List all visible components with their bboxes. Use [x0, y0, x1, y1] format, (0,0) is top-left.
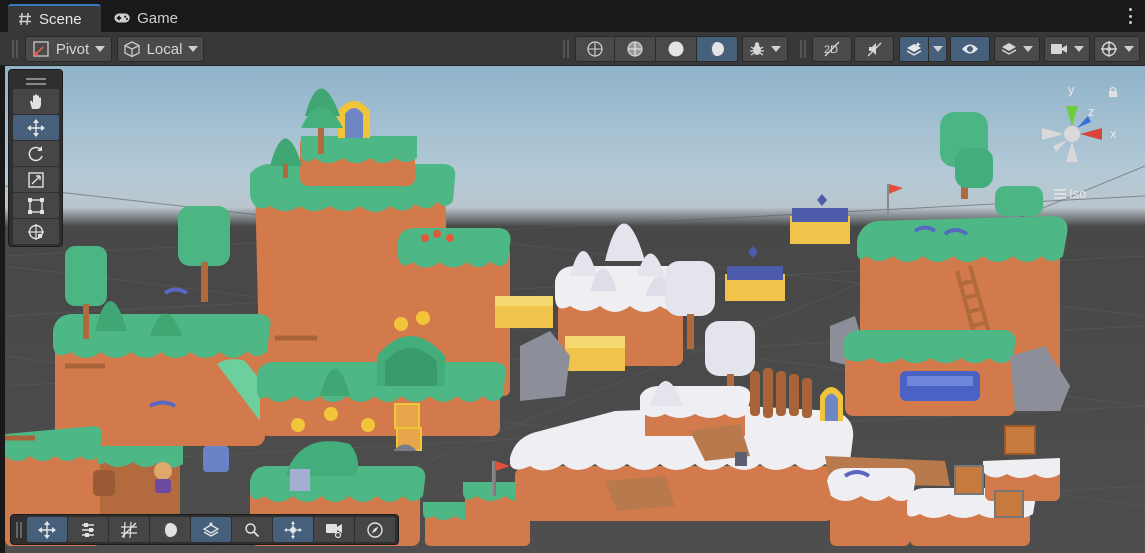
grid-snap-icon — [121, 521, 137, 538]
cube-local-icon — [123, 41, 140, 58]
gizmo-x-label: x — [1110, 126, 1117, 141]
iso-menu-icon — [1054, 187, 1066, 202]
toolbar-grip[interactable] — [800, 40, 806, 58]
tab-scene[interactable]: Scene — [8, 4, 101, 32]
camera-icon — [1051, 44, 1067, 54]
shaded-button[interactable] — [656, 36, 697, 62]
pivot-icon — [284, 520, 302, 539]
audio-mute-icon — [867, 42, 882, 57]
layer-icon — [202, 522, 220, 537]
lighting-toggle-button[interactable] — [150, 517, 190, 542]
overlay-drag-handle[interactable] — [13, 74, 58, 88]
effects-dropdown[interactable] — [929, 36, 947, 62]
navigation-button[interactable] — [355, 517, 395, 542]
unlit-button[interactable] — [697, 36, 738, 62]
search-button[interactable] — [232, 517, 272, 542]
tab-game[interactable]: Game — [104, 4, 188, 32]
tools-overlay — [8, 69, 63, 247]
pivot-icon — [33, 41, 49, 57]
draw-mode-group — [575, 36, 738, 62]
shaded-wireframe-button[interactable] — [615, 36, 656, 62]
effects-layers-icon — [906, 42, 922, 56]
pivot-overlay-button[interactable] — [273, 517, 313, 542]
orientation-gizmo[interactable]: y z x — [1030, 82, 1130, 202]
scale-tool-button[interactable] — [13, 167, 59, 192]
visibility-eye-icon — [962, 44, 978, 54]
rect-icon — [28, 197, 44, 214]
chevron-down-icon — [95, 46, 106, 52]
more-options-icon[interactable] — [1127, 8, 1133, 24]
move-icon — [38, 520, 56, 539]
audio-toggle-button[interactable] — [854, 36, 894, 62]
shaded-wireframe-icon — [627, 41, 643, 57]
snap-settings-button[interactable] — [68, 517, 108, 542]
move-icon — [27, 118, 45, 137]
hash-grid-icon — [19, 12, 31, 26]
snap-settings-icon — [82, 522, 94, 537]
gizmos-dropdown[interactable] — [1094, 36, 1140, 62]
scene-visibility-button[interactable] — [950, 36, 990, 62]
transform-icon — [28, 223, 44, 240]
move-tool-button[interactable] — [13, 115, 59, 140]
lighting-icon — [163, 522, 177, 537]
projection-label: Iso — [1069, 186, 1087, 201]
gizmos-icon — [1101, 41, 1117, 57]
scale-icon — [28, 171, 44, 188]
camera-record-icon — [326, 523, 342, 538]
tab-bar: Scene Game — [0, 0, 1145, 32]
toolbar-grip[interactable] — [12, 40, 18, 58]
move-overlay-button[interactable] — [27, 517, 67, 542]
layer-overlay-button[interactable] — [191, 517, 231, 542]
pivot-label: Pivot — [55, 40, 90, 58]
bottom-overlay-toolbar — [10, 514, 399, 545]
hand-icon — [30, 93, 41, 109]
tab-scene-label: Scene — [39, 10, 82, 28]
rect-tool-button[interactable] — [13, 193, 59, 218]
overlay-drag-handle[interactable] — [16, 522, 22, 538]
navigation-icon — [367, 521, 383, 538]
chevron-down-icon — [771, 46, 781, 52]
effects-button[interactable] — [899, 36, 929, 62]
transform-tool-button[interactable] — [13, 219, 59, 244]
debug-bug-icon — [750, 42, 764, 56]
2d-toggle-icon: 2D — [824, 41, 840, 57]
unlit-icon — [710, 42, 724, 56]
chevron-down-icon — [1023, 46, 1033, 52]
chevron-down-icon — [932, 46, 943, 52]
layers-icon — [1001, 43, 1017, 55]
layers-dropdown[interactable] — [994, 36, 1040, 62]
grid-snap-button[interactable] — [109, 517, 149, 542]
local-label: Local — [146, 40, 183, 58]
wireframe-icon — [587, 41, 603, 57]
hand-tool-button[interactable] — [13, 89, 59, 114]
chevron-down-icon — [188, 46, 199, 52]
debug-draw-dropdown[interactable] — [742, 36, 788, 62]
scene-render — [5, 88, 1145, 553]
chevron-down-icon — [1124, 46, 1134, 52]
search-icon — [245, 522, 260, 537]
effects-group — [899, 36, 947, 62]
gamepad-icon — [114, 13, 130, 23]
local-dropdown[interactable]: Local — [117, 36, 204, 62]
scene-toolbar: Pivot Local 2D — [0, 32, 1145, 66]
rotate-tool-button[interactable] — [13, 141, 59, 166]
scene-viewport[interactable] — [5, 66, 1145, 553]
pivot-dropdown[interactable]: Pivot — [25, 36, 112, 62]
chevron-down-icon — [1074, 46, 1084, 52]
camera-dropdown[interactable] — [1044, 36, 1090, 62]
gizmo-y-label: y — [1068, 82, 1075, 97]
wireframe-button[interactable] — [575, 36, 615, 62]
shaded-icon — [668, 41, 684, 57]
projection-toggle[interactable]: Iso — [1054, 186, 1086, 202]
2d-toggle-button[interactable]: 2D — [812, 36, 852, 62]
camera-record-button[interactable] — [314, 517, 354, 542]
gizmo-z-label: z — [1088, 104, 1095, 119]
lock-icon[interactable] — [1108, 86, 1118, 98]
tab-game-label: Game — [137, 9, 178, 27]
toolbar-grip[interactable] — [563, 40, 569, 58]
rotate-icon — [28, 145, 43, 161]
